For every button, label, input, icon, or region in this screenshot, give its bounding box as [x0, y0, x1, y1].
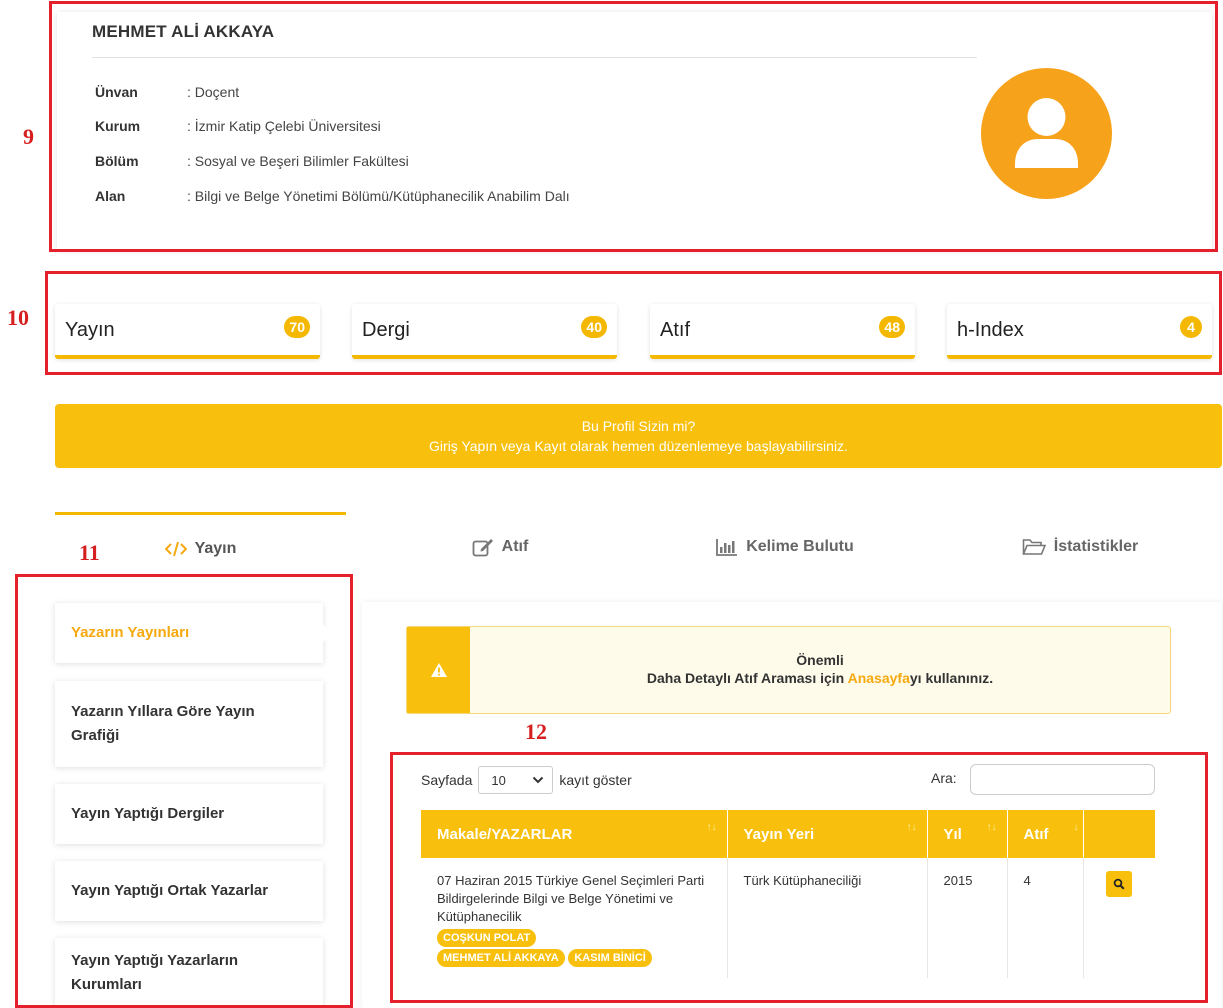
banner-line-2: Giriş Yapın veya Kayıt olarak hemen düze…: [429, 438, 848, 454]
code-icon: [164, 541, 187, 556]
annotation-box-table: [390, 752, 1208, 1003]
claim-profile-banner[interactable]: Bu Profil Sizin mi? Giriş Yapın veya Kay…: [55, 404, 1222, 468]
tab-label: Atıf: [501, 538, 529, 555]
homepage-link[interactable]: Anasayfa: [848, 670, 910, 686]
alert-text: Önemli Daha Detaylı Atıf Araması için An…: [470, 651, 1170, 687]
alert-text-after: yı kullanınız.: [909, 670, 994, 686]
tab-atif[interactable]: Atıf: [400, 512, 600, 582]
annotation-label-table: 12: [525, 719, 547, 744]
tab-istatistikler[interactable]: İstatistikler: [980, 512, 1180, 582]
alert-icon-box: [407, 627, 470, 713]
alert-text-before: Daha Detaylı Atıf Araması için: [646, 670, 848, 686]
annotation-label-profile: 9: [23, 124, 34, 149]
tab-kelime-bulutu[interactable]: Kelime Bulutu: [680, 512, 890, 582]
annotation-box-profile: [49, 1, 1218, 252]
banner-line-1: Bu Profil Sizin mi?: [581, 418, 696, 434]
alert-title: Önemli: [796, 652, 844, 668]
edit-icon: [472, 539, 493, 557]
important-alert: Önemli Daha Detaylı Atıf Araması için An…: [406, 626, 1171, 714]
annotation-label-menu: 11: [79, 540, 100, 565]
annotation-box-stats: [45, 271, 1222, 375]
tab-label: Kelime Bulutu: [746, 538, 854, 555]
annotation-label-stats: 10: [7, 305, 29, 330]
annotation-box-menu: [15, 574, 353, 1008]
bar-chart-icon: [716, 539, 738, 556]
tab-label: İstatistikler: [1053, 538, 1139, 555]
alert-message: Daha Detaylı Atıf Araması için Anasayfay…: [470, 669, 1170, 687]
folder-open-icon: [1022, 539, 1046, 555]
tab-label: Yayın: [194, 539, 237, 557]
warning-icon: [430, 663, 447, 677]
